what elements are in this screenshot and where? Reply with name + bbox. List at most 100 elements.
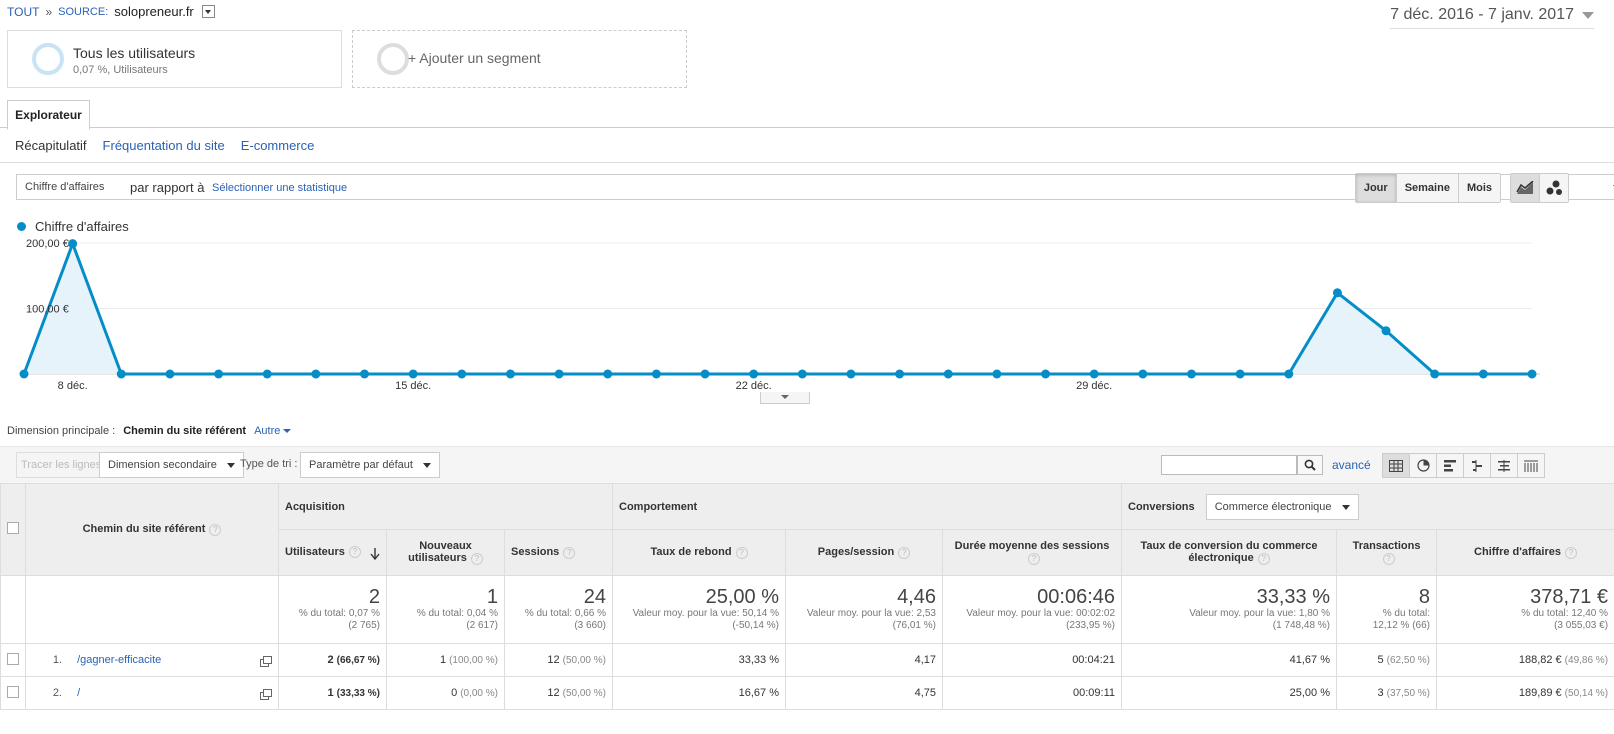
data-point: [68, 239, 78, 249]
plot-rows-button[interactable]: Tracer les lignes: [16, 452, 107, 478]
help-icon[interactable]: ?: [348, 545, 361, 558]
tab-explorer[interactable]: Explorateur: [7, 100, 90, 130]
help-icon[interactable]: ?: [1565, 546, 1577, 559]
data-point: [797, 369, 807, 379]
pivot-view-button[interactable]: [1518, 454, 1544, 477]
period-day-button[interactable]: Jour: [1355, 174, 1397, 202]
chart-collapse-toggle[interactable]: [760, 392, 810, 404]
help-icon[interactable]: ?: [1257, 552, 1270, 565]
line-chart-button[interactable]: [1511, 174, 1540, 202]
subtab-ecommerce[interactable]: E-commerce: [241, 138, 315, 153]
subtab-summary[interactable]: Récapitulatif: [15, 138, 87, 153]
percentage-view-button[interactable]: [1410, 454, 1437, 477]
dimension-other-dropdown[interactable]: Autre: [254, 425, 292, 437]
totals-empty-cell: [0, 575, 26, 644]
row-duration: 00:04:21: [941, 643, 1123, 677]
data-point: [1089, 369, 1099, 379]
column-header-avg-duration[interactable]: Durée moyenne des sessions?: [941, 529, 1123, 576]
comparison-view-button[interactable]: [1464, 454, 1491, 477]
search-button[interactable]: [1297, 455, 1323, 475]
total-users: 2% du total: 0,07 % (2 765): [278, 575, 387, 644]
motion-chart-button[interactable]: [1540, 174, 1568, 202]
data-point: [1041, 369, 1051, 379]
performance-view-button[interactable]: [1437, 454, 1464, 477]
total-sub: % du total: 0,04 %: [416, 608, 498, 619]
segment-all-users[interactable]: Tous les utilisateurs 0,07 %, Utilisateu…: [7, 30, 342, 88]
breadcrumb-all-link[interactable]: TOUT: [7, 5, 39, 19]
period-month-button[interactable]: Mois: [1458, 174, 1500, 202]
bubble-chart-icon: [1546, 180, 1562, 195]
total-sub: (2 617): [466, 620, 498, 631]
dimension-referral-path[interactable]: Chemin du site référent: [123, 425, 246, 437]
legend-label: Chiffre d'affaires: [35, 219, 129, 234]
total-sub: (233,95 %): [1066, 620, 1116, 631]
conversion-type-select[interactable]: Commerce électronique: [1205, 493, 1359, 520]
data-point: [214, 369, 224, 379]
data-point: [1138, 369, 1148, 379]
column-label: Taux de conversion du commerce électroni…: [1140, 540, 1318, 565]
select-statistic-link[interactable]: Sélectionner une statistique: [212, 182, 347, 194]
data-point: [992, 369, 1002, 379]
column-header-sessions[interactable]: Sessions?: [504, 529, 613, 576]
external-link-icon[interactable]: [260, 688, 272, 700]
column-header-new-users[interactable]: Nouveaux utilisateurs?: [386, 529, 505, 576]
term-cloud-view-button[interactable]: [1491, 454, 1518, 477]
help-icon[interactable]: ?: [898, 546, 911, 559]
date-range-picker[interactable]: 7 déc. 2016 - 7 janv. 2017: [1390, 6, 1594, 29]
advanced-filter-link[interactable]: avancé: [1332, 458, 1371, 472]
row-conv-rate: 41,67 %: [1121, 643, 1338, 677]
column-header-bounce-rate[interactable]: Taux de rebond?: [612, 529, 786, 576]
column-header-transactions[interactable]: Transactions?: [1336, 529, 1438, 576]
column-header-path[interactable]: Chemin du site référent?: [25, 483, 279, 576]
row-path-link[interactable]: /gagner-efficacite: [77, 654, 161, 666]
total-new-users: 1% du total: 0,04 % (2 617): [386, 575, 505, 644]
column-header-pages-per-session[interactable]: Pages/session?: [785, 529, 943, 576]
data-point: [1186, 369, 1196, 379]
row-value: 189,89 €: [1518, 687, 1562, 699]
breadcrumb-source-label: SOURCE:: [58, 5, 109, 18]
period-week-button[interactable]: Semaine: [1396, 174, 1459, 202]
total-sub: % du total: 0,66 %: [524, 608, 606, 619]
row-value: 2: [327, 654, 334, 666]
primary-dimension-bar: Dimension principale : Chemin du site ré…: [7, 425, 292, 437]
data-point: [749, 369, 759, 379]
sort-type-select[interactable]: Paramètre par défaut: [300, 452, 440, 478]
select-all-checkbox[interactable]: [7, 522, 19, 534]
add-segment-button[interactable]: + Ajouter un segment: [352, 30, 687, 88]
source-dropdown-icon[interactable]: [201, 5, 215, 18]
row-bounce: 33,33 %: [612, 643, 786, 677]
help-icon[interactable]: ?: [1382, 552, 1395, 565]
row-path-link[interactable]: /: [77, 687, 80, 699]
column-label: Nouveaux utilisateurs: [408, 540, 472, 565]
total-value: 4,46: [897, 586, 936, 608]
help-icon[interactable]: ?: [1028, 552, 1040, 565]
row-value: 5: [1377, 654, 1384, 666]
help-icon[interactable]: ?: [209, 523, 222, 536]
data-table-view-button[interactable]: [1383, 454, 1410, 477]
total-sub: (3 660): [574, 620, 606, 631]
bar-chart-icon: [1443, 459, 1456, 471]
row-value: 1: [439, 654, 447, 666]
help-icon[interactable]: ?: [735, 546, 748, 559]
row-checkbox[interactable]: [7, 652, 19, 665]
total-value: 25,00 %: [705, 586, 779, 608]
data-point: [846, 369, 856, 379]
column-header-revenue[interactable]: Chiffre d'affaires?: [1436, 529, 1614, 576]
row-checkbox[interactable]: [7, 685, 19, 698]
data-point: [700, 369, 710, 379]
row-new-users: 1 (100,00 %): [386, 643, 505, 677]
help-icon[interactable]: ?: [563, 546, 576, 559]
external-link-icon[interactable]: [260, 655, 272, 667]
column-header-users[interactable]: Utilisateurs?: [278, 529, 387, 576]
help-icon[interactable]: ?: [470, 552, 483, 565]
secondary-dimension-select[interactable]: Dimension secondaire: [99, 452, 244, 478]
column-header-conversion-rate[interactable]: Taux de conversion du commerce électroni…: [1121, 529, 1338, 576]
subtab-site-usage[interactable]: Fréquentation du site: [103, 138, 225, 153]
add-segment-label: + Ajouter un segment: [408, 50, 541, 66]
total-conversion-rate: 33,33 % Valeur moy. pour la vue: 1,80 % (1…: [1121, 575, 1338, 644]
data-point: [457, 369, 467, 379]
total-sub: (76,01 %): [892, 620, 936, 631]
table-search-input[interactable]: [1161, 455, 1297, 475]
segment-subtitle: 0,07 %, Utilisateurs: [73, 64, 168, 76]
total-value: 33,33 %: [1256, 586, 1331, 608]
